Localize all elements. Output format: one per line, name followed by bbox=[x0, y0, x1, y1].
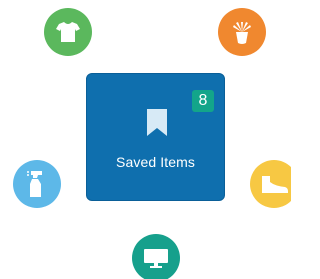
saved-items-label: Saved Items bbox=[116, 154, 195, 170]
saved-items-card[interactable]: 8 Saved Items bbox=[86, 73, 225, 201]
potted-plant-icon bbox=[229, 18, 255, 46]
spray-bottle-icon bbox=[26, 169, 48, 199]
category-electronics-button[interactable] bbox=[132, 234, 180, 279]
category-shoes-button[interactable] bbox=[250, 160, 291, 208]
bookmark-icon bbox=[146, 109, 168, 142]
saved-count-badge: 8 bbox=[192, 90, 214, 112]
monitor-icon bbox=[142, 246, 170, 270]
category-cleaning-button[interactable] bbox=[13, 160, 61, 208]
tshirt-icon bbox=[55, 20, 81, 44]
category-home-garden-button[interactable] bbox=[218, 8, 266, 56]
category-clothing-button[interactable] bbox=[44, 8, 92, 56]
saved-items-widget: 8 Saved Items bbox=[0, 0, 291, 279]
shoe-icon bbox=[259, 173, 289, 195]
